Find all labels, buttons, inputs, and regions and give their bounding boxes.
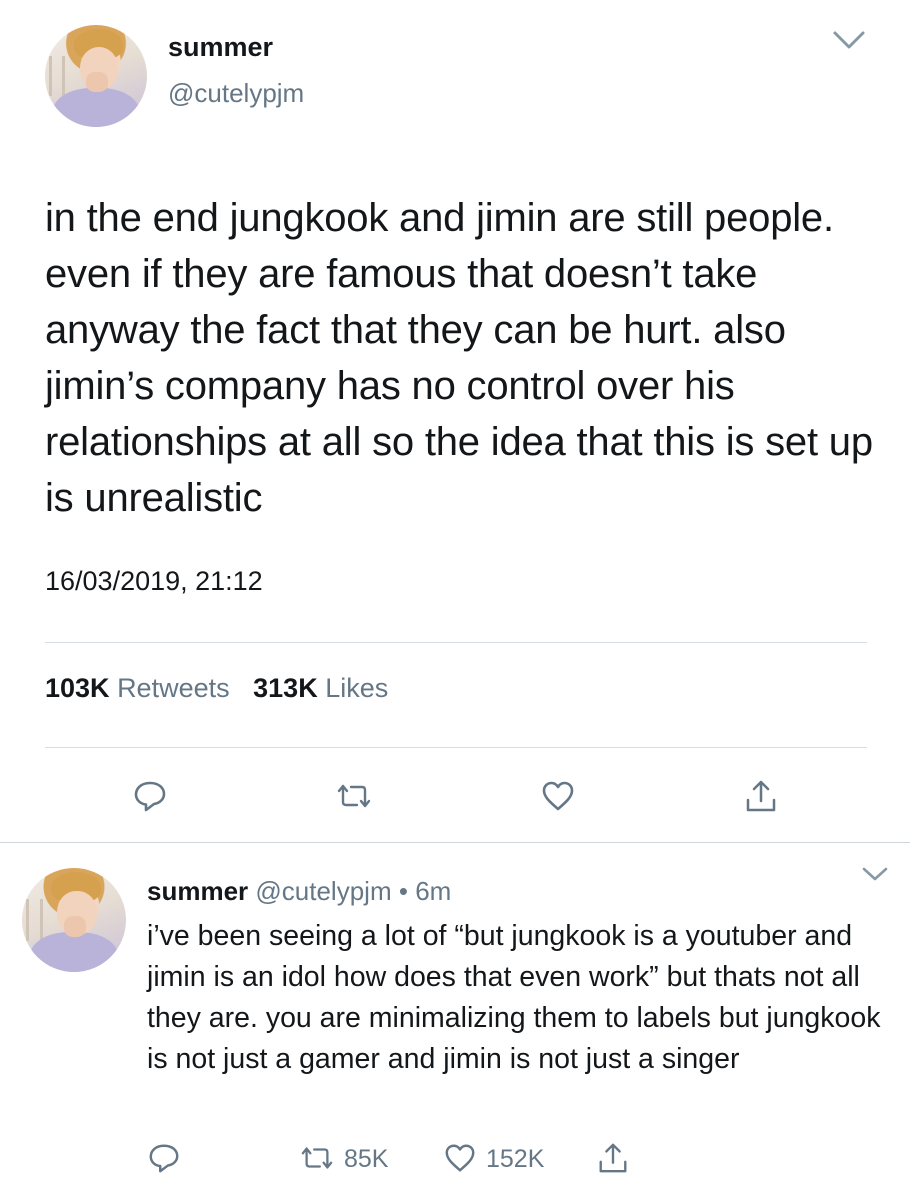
tweet-text: i’ve been seeing a lot of “but jungkook … xyxy=(147,920,881,1075)
tweet-separator xyxy=(0,842,910,843)
reply-icon[interactable] xyxy=(147,1141,181,1175)
like-icon[interactable] xyxy=(443,1141,477,1175)
chevron-down-icon[interactable] xyxy=(832,28,866,52)
tweet-timestamp[interactable]: 16/03/2019, 21:12 xyxy=(45,566,263,597)
retweet-count[interactable]: 103K xyxy=(45,673,110,703)
share-icon[interactable] xyxy=(596,1141,630,1175)
retweet-count: 85K xyxy=(344,1145,389,1173)
like-icon[interactable] xyxy=(540,778,576,814)
reply-icon[interactable] xyxy=(132,778,168,814)
retweet-icon[interactable] xyxy=(336,778,372,814)
like-count[interactable]: 313K xyxy=(253,673,318,703)
separator-dot: • xyxy=(398,876,408,906)
like-label[interactable]: Likes xyxy=(325,673,388,703)
chevron-down-icon[interactable] xyxy=(860,864,890,884)
share-icon[interactable] xyxy=(743,778,779,814)
engagement-stats: 103K Retweets 313K Likes xyxy=(45,673,404,704)
user-handle[interactable]: @cutelypjm xyxy=(255,876,391,906)
retweet-label[interactable]: Retweets xyxy=(117,673,230,703)
like-count: 152K xyxy=(486,1145,545,1173)
tweet-time[interactable]: 6m xyxy=(415,876,451,906)
user-handle[interactable]: @cutelypjm xyxy=(168,78,304,109)
retweet-icon[interactable] xyxy=(300,1141,334,1175)
main-tweet: summer @cutelypjm in the end jungkook an… xyxy=(0,0,910,842)
tweet-header: summer @cutelypjm • 6m xyxy=(147,876,451,907)
avatar[interactable] xyxy=(22,868,126,972)
divider xyxy=(45,642,867,643)
display-name[interactable]: summer xyxy=(147,876,248,906)
avatar[interactable] xyxy=(45,25,147,127)
tweet-text: in the end jungkook and jimin are still … xyxy=(45,196,873,520)
display-name[interactable]: summer xyxy=(168,32,273,63)
divider xyxy=(45,747,867,748)
